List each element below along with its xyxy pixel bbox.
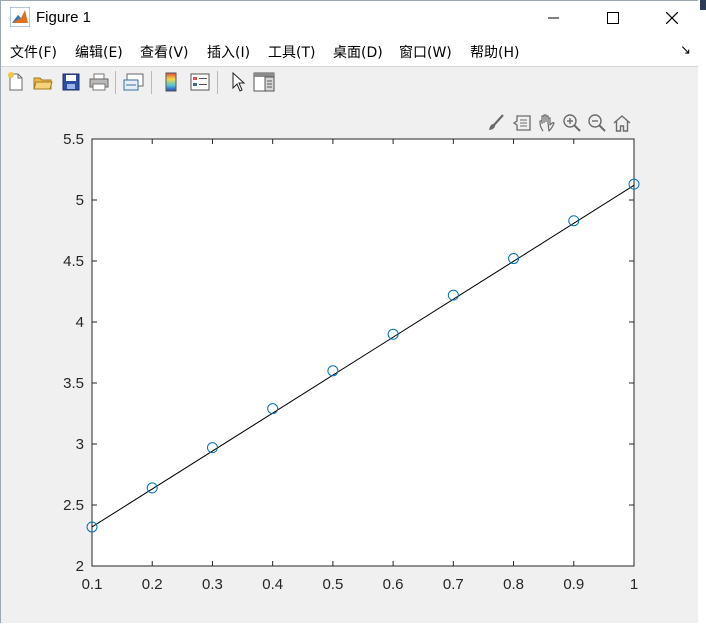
x-tick-label: 0.4 [262, 576, 283, 593]
y-tick-label: 3 [76, 436, 84, 453]
x-tick-label: 0.8 [503, 576, 524, 593]
y-tick-label: 4 [76, 314, 84, 331]
y-tick-label: 2.5 [63, 497, 84, 514]
plot-axes[interactable]: 0.1 0.2 0.3 0.4 0.5 0.6 0.7 0.8 0.9 1 2 2.5 3 3.5 4 4.5… [0, 0, 706, 627]
x-tick-label: 0.7 [443, 576, 464, 593]
x-tick-label: 0.2 [142, 576, 163, 593]
desktop-background [698, 0, 706, 627]
x-tick-label: 0.3 [202, 576, 223, 593]
y-tick-label: 4.5 [63, 253, 84, 270]
desktop-background [0, 623, 706, 627]
y-tick-label: 2 [76, 558, 84, 575]
x-tick-label: 1 [630, 576, 638, 593]
y-tick-label: 5 [76, 192, 84, 209]
x-tick-label: 0.5 [322, 576, 343, 593]
y-tick-label: 3.5 [63, 375, 84, 392]
x-tick-label: 0.6 [383, 576, 404, 593]
y-tick-label: 5.5 [63, 131, 84, 148]
x-tick-label: 0.9 [563, 576, 584, 593]
axes-box [91, 138, 635, 567]
desktop-background [700, 0, 706, 10]
x-tick-label: 0.1 [82, 576, 103, 593]
